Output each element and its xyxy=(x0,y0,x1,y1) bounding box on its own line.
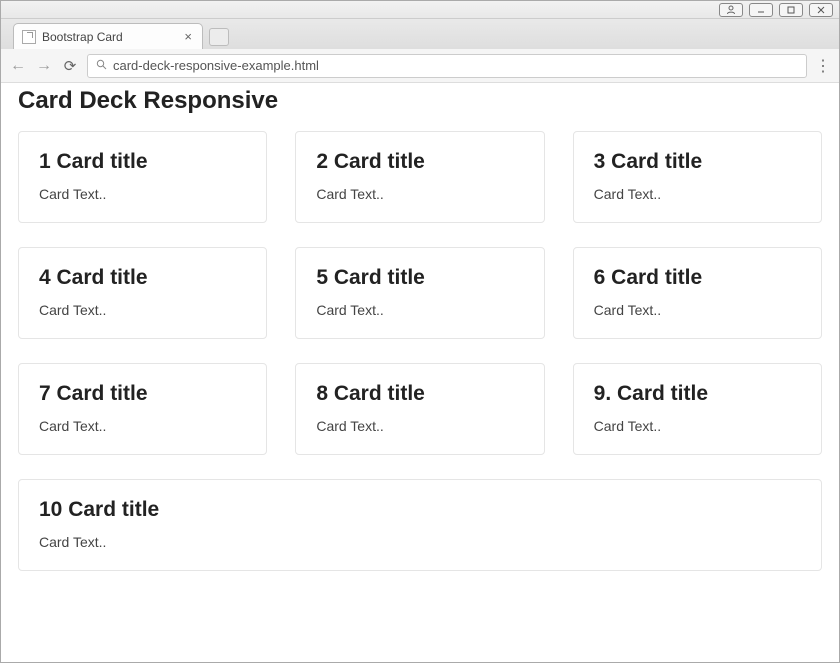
card: 4 Card title Card Text.. xyxy=(18,247,267,339)
card: 8 Card title Card Text.. xyxy=(295,363,544,455)
card-title: 2 Card title xyxy=(316,150,523,174)
card: 6 Card title Card Text.. xyxy=(573,247,822,339)
card-title: 5 Card title xyxy=(316,266,523,290)
tab-title: Bootstrap Card xyxy=(42,30,123,44)
card-text: Card Text.. xyxy=(39,418,246,434)
browser-tab[interactable]: Bootstrap Card × xyxy=(13,23,203,49)
new-tab-button[interactable] xyxy=(209,28,229,46)
card-deck: 1 Card title Card Text.. 2 Card title Ca… xyxy=(18,131,822,571)
card-title: 8 Card title xyxy=(316,382,523,406)
card-title: 6 Card title xyxy=(594,266,801,290)
minimize-button[interactable] xyxy=(749,3,773,17)
card-text: Card Text.. xyxy=(316,186,523,202)
browser-toolbar: ← → ⟳ card-deck-responsive-example.html … xyxy=(1,49,839,83)
url-text: card-deck-responsive-example.html xyxy=(113,58,319,73)
card-text: Card Text.. xyxy=(39,534,801,550)
reload-button[interactable]: ⟳ xyxy=(61,57,79,75)
card: 3 Card title Card Text.. xyxy=(573,131,822,223)
card: 10 Card title Card Text.. xyxy=(18,479,822,571)
tab-strip: Bootstrap Card × xyxy=(1,19,839,49)
close-tab-icon[interactable]: × xyxy=(184,29,192,44)
card-title: 3 Card title xyxy=(594,150,801,174)
close-window-button[interactable] xyxy=(809,3,833,17)
page-title: Card Deck Responsive xyxy=(18,87,822,115)
search-icon xyxy=(96,59,107,73)
card-text: Card Text.. xyxy=(39,186,246,202)
back-button[interactable]: ← xyxy=(9,57,27,75)
forward-button[interactable]: → xyxy=(35,57,53,75)
card-title: 7 Card title xyxy=(39,382,246,406)
card: 7 Card title Card Text.. xyxy=(18,363,267,455)
card: 9. Card title Card Text.. xyxy=(573,363,822,455)
menu-button[interactable]: ⋮ xyxy=(815,56,831,76)
card-text: Card Text.. xyxy=(316,302,523,318)
card-title: 10 Card title xyxy=(39,498,801,522)
card-text: Card Text.. xyxy=(594,302,801,318)
card: 2 Card title Card Text.. xyxy=(295,131,544,223)
card-text: Card Text.. xyxy=(316,418,523,434)
card-text: Card Text.. xyxy=(594,186,801,202)
file-icon xyxy=(22,30,36,44)
card-text: Card Text.. xyxy=(594,418,801,434)
card-text: Card Text.. xyxy=(39,302,246,318)
card-title: 9. Card title xyxy=(594,382,801,406)
maximize-button[interactable] xyxy=(779,3,803,17)
card: 5 Card title Card Text.. xyxy=(295,247,544,339)
card: 1 Card title Card Text.. xyxy=(18,131,267,223)
card-title: 1 Card title xyxy=(39,150,246,174)
user-icon[interactable] xyxy=(719,3,743,17)
page-viewport: Card Deck Responsive 1 Card title Card T… xyxy=(2,83,838,661)
window-titlebar xyxy=(1,1,839,19)
address-bar[interactable]: card-deck-responsive-example.html xyxy=(87,54,807,78)
card-title: 4 Card title xyxy=(39,266,246,290)
